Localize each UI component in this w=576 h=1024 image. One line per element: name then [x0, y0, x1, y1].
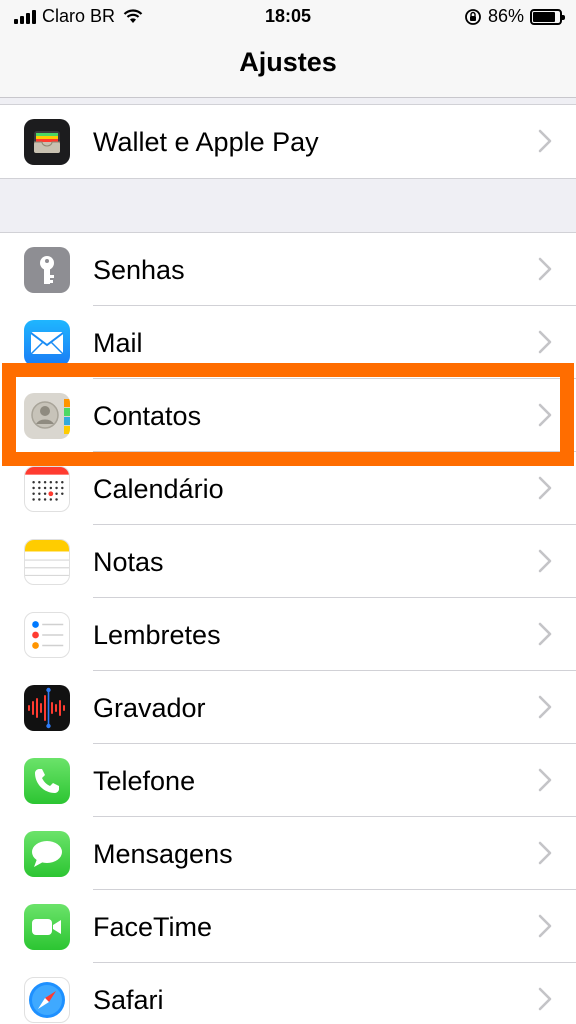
settings-row-facetime[interactable]: FaceTime — [0, 890, 576, 963]
safari-icon — [24, 977, 70, 1023]
settings-row-messages[interactable]: Mensagens — [0, 817, 576, 890]
settings-row-label: Mail — [93, 328, 143, 358]
battery-icon — [530, 8, 565, 25]
settings-row-label: Contatos — [93, 401, 202, 431]
settings-row-label: Calendário — [93, 474, 224, 504]
settings-row-label: Lembretes — [93, 620, 221, 650]
chevron-right-icon — [538, 987, 552, 1011]
settings-row-label: Gravador — [93, 693, 206, 723]
chevron-right-icon — [538, 330, 552, 354]
settings-row-contacts[interactable]: Contatos — [0, 379, 576, 452]
settings-row-voice-memos[interactable]: Gravador — [0, 671, 576, 744]
settings-row-label: FaceTime — [93, 912, 213, 942]
settings-row-phone[interactable]: Telefone — [0, 744, 576, 817]
voice-memos-icon — [24, 685, 70, 731]
battery-level — [533, 11, 556, 22]
calendar-icon — [24, 466, 70, 512]
page-title: Ajustes — [239, 47, 337, 77]
settings-row-passwords[interactable]: Senhas — [0, 233, 576, 306]
messages-icon — [24, 831, 70, 877]
cellular-signal-icon — [14, 9, 36, 24]
settings-row-label: Mensagens — [93, 839, 233, 869]
status-left: Claro BR — [14, 6, 143, 27]
settings-row-notes[interactable]: Notas — [0, 525, 576, 598]
contacts-icon — [24, 393, 70, 439]
key-icon — [24, 247, 70, 293]
settings-row-safari[interactable]: Safari — [0, 963, 576, 1024]
mail-icon — [24, 320, 70, 366]
wifi-icon — [123, 9, 143, 23]
facetime-icon — [24, 904, 70, 950]
notes-icon — [24, 539, 70, 585]
settings-row-mail[interactable]: Mail — [0, 306, 576, 379]
chevron-right-icon — [538, 914, 552, 938]
settings-group-apps: Senhas Mail Contatos Calendário Notas Le… — [0, 232, 576, 1024]
chevron-right-icon — [538, 622, 552, 646]
chevron-right-icon — [538, 695, 552, 719]
chevron-right-icon — [538, 403, 552, 427]
settings-row-label: Telefone — [93, 766, 196, 796]
settings-row-calendar[interactable]: Calendário — [0, 452, 576, 525]
chevron-right-icon — [538, 768, 552, 792]
settings-row-label: Notas — [93, 547, 164, 577]
settings-row-label: Safari — [93, 985, 164, 1015]
orientation-lock-icon — [465, 8, 481, 25]
settings-row-label: Senhas — [93, 255, 185, 285]
battery-percent: 86% — [487, 6, 524, 26]
chevron-right-icon — [538, 549, 552, 573]
settings-row-wallet[interactable]: Wallet e Apple Pay — [0, 105, 576, 178]
chevron-right-icon — [538, 257, 552, 281]
chevron-right-icon — [538, 841, 552, 865]
status-right: 86% — [464, 6, 565, 27]
wallet-icon — [24, 119, 70, 165]
status-bar: Claro BR 18:05 86% — [0, 0, 576, 34]
reminders-icon — [24, 612, 70, 658]
settings-group-wallet: Wallet e Apple Pay — [0, 104, 576, 179]
chevron-right-icon — [538, 476, 552, 500]
settings-row-reminders[interactable]: Lembretes — [0, 598, 576, 671]
chevron-right-icon — [538, 129, 552, 153]
phone-icon — [24, 758, 70, 804]
carrier-name: Claro BR — [42, 6, 116, 26]
settings-row-label: Wallet e Apple Pay — [93, 127, 319, 157]
navigation-bar: Ajustes — [0, 34, 576, 98]
